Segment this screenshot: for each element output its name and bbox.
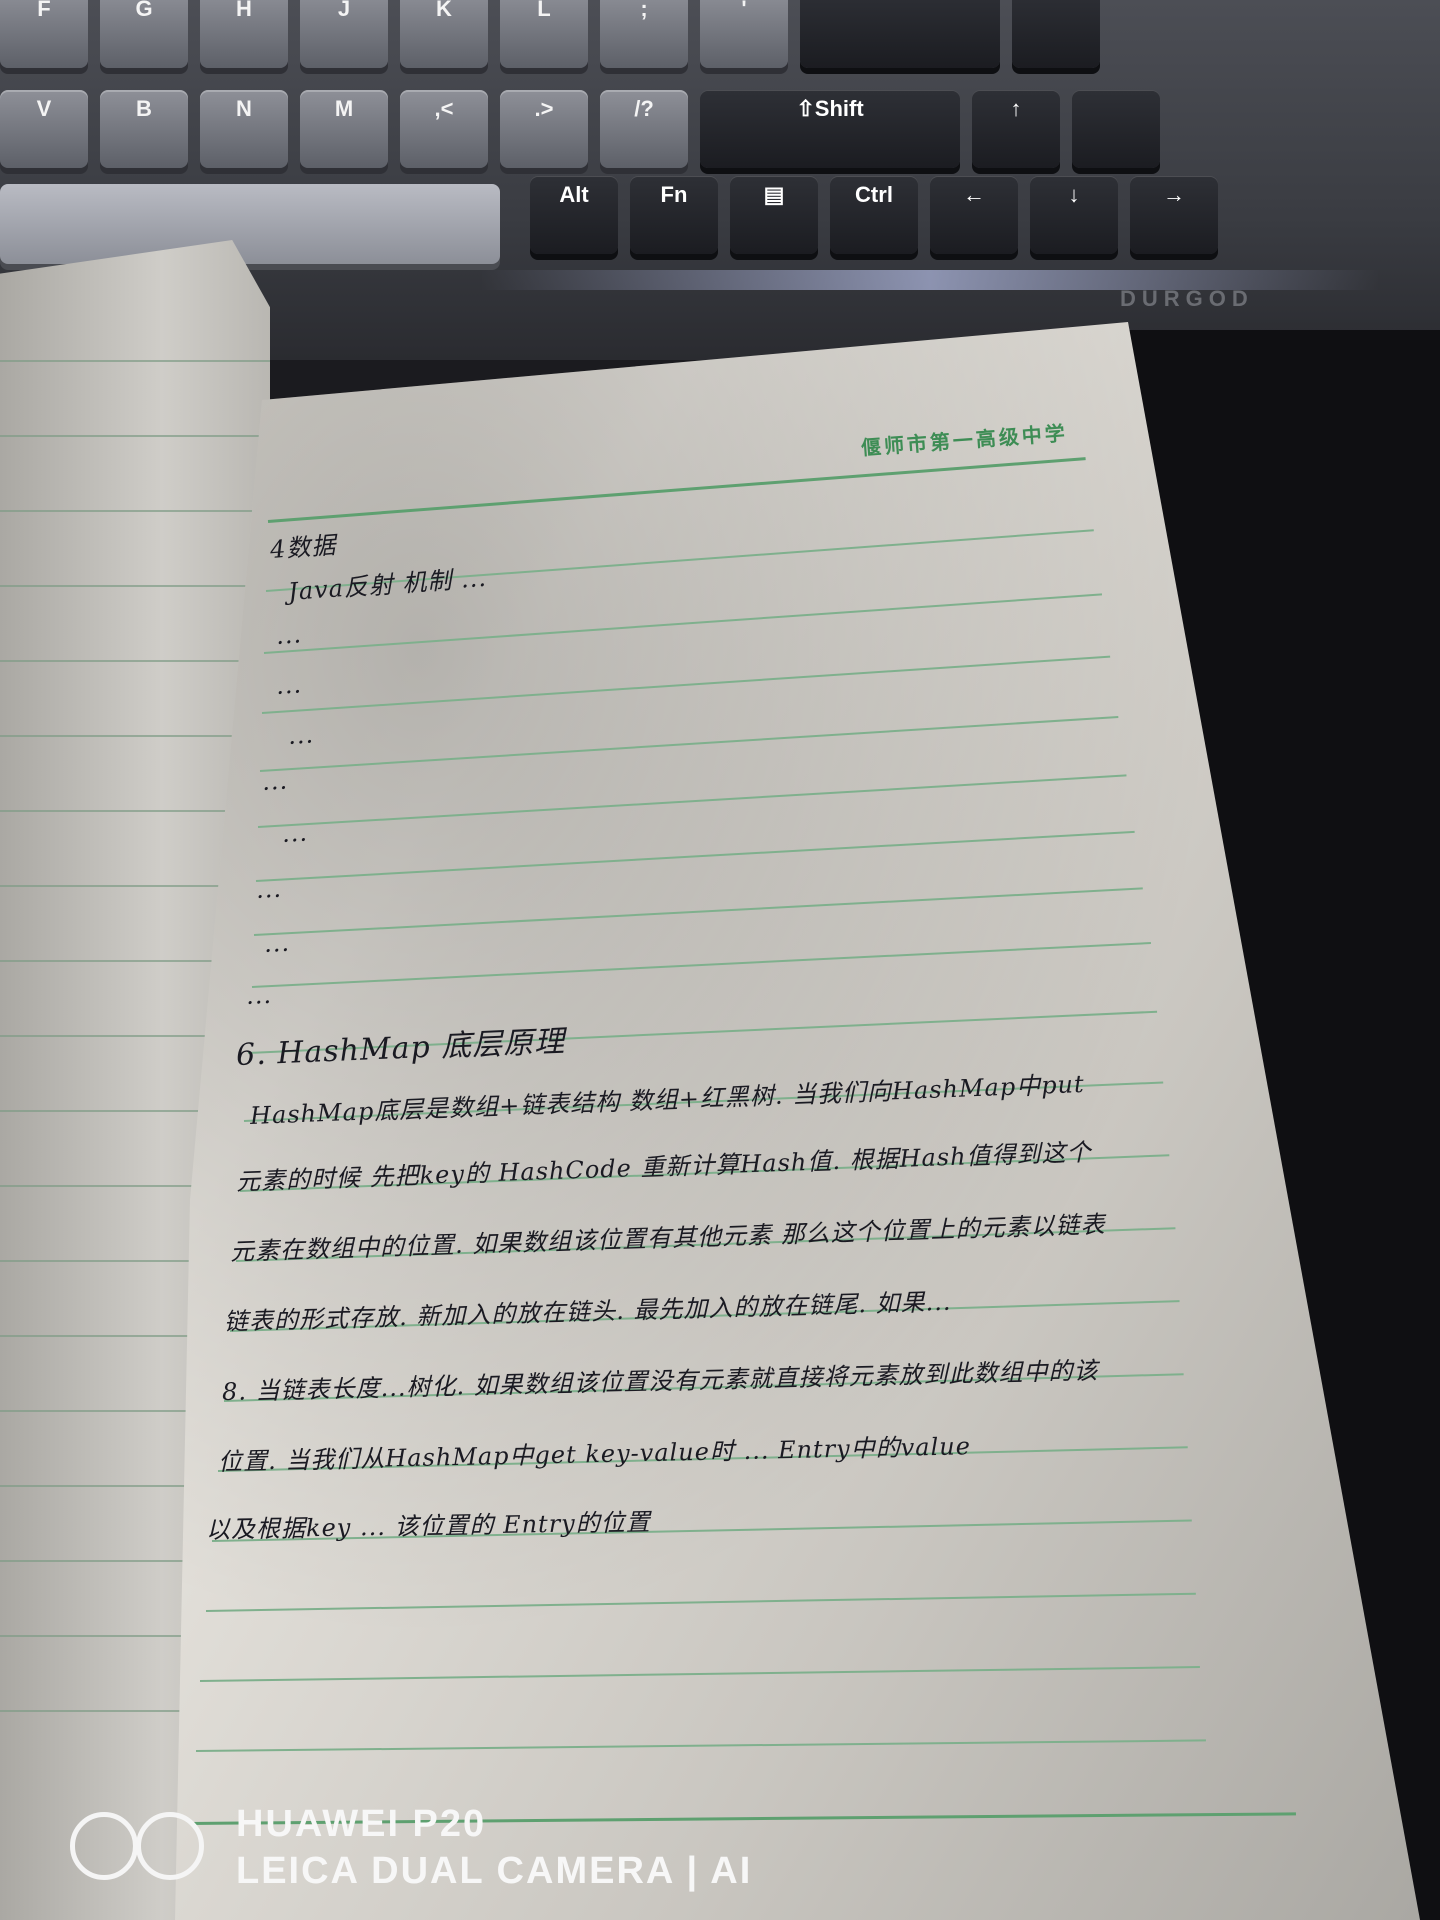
handwritten-line: ... [287, 720, 315, 750]
handwritten-line: ... [263, 928, 291, 958]
handwritten-line: ... [245, 980, 273, 1010]
paper-shadow [175, 322, 1420, 1920]
notebook-right-page: 偃师市第一高级中学 4数据 Java反射 机制 ... ... ... ... … [0, 0, 1440, 1920]
handwritten-line: ... [261, 766, 289, 796]
handwritten-line: ... [275, 670, 303, 700]
watermark-model: HUAWEI P20 [236, 1803, 487, 1845]
handwritten-line: ... [275, 620, 303, 650]
camera-logo-circle [136, 1812, 204, 1880]
handwritten-line: 4数据 [269, 531, 338, 564]
watermark-camera: LEICA DUAL CAMERA | AI [236, 1850, 753, 1892]
handwritten-line: ... [281, 818, 309, 848]
camera-logo-icon [70, 1812, 210, 1882]
handwritten-line: ... [255, 874, 283, 904]
camera-logo-circle [70, 1812, 138, 1880]
